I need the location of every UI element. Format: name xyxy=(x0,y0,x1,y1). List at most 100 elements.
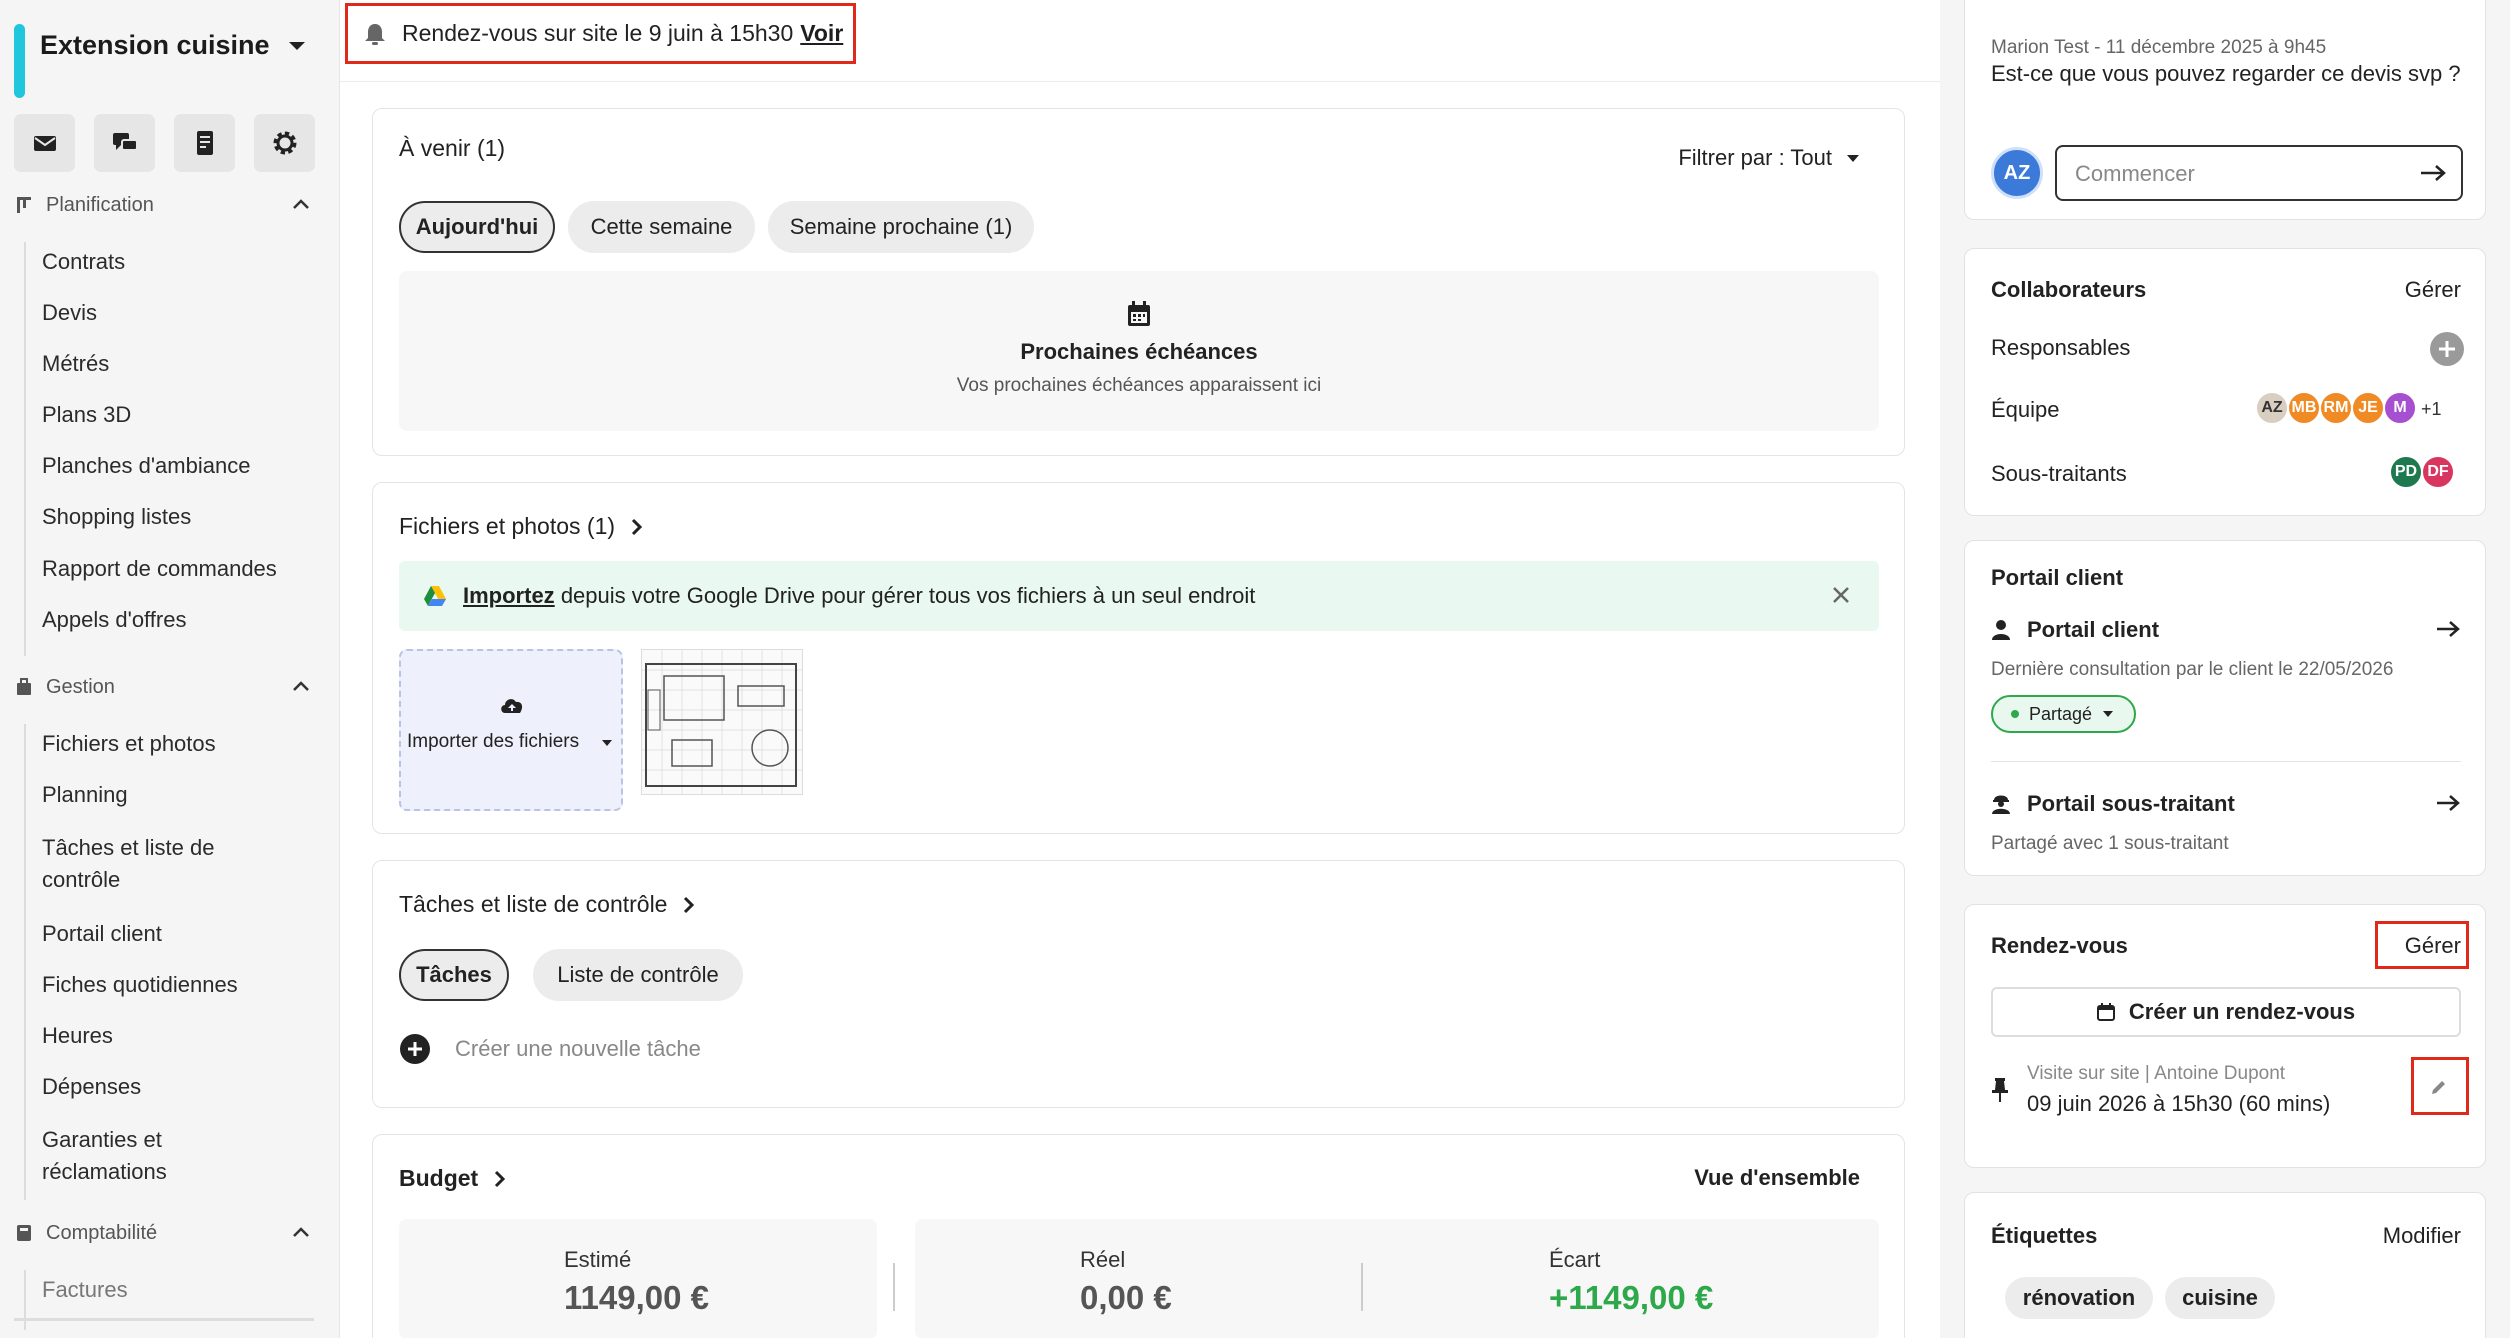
tags-title: Étiquettes xyxy=(1991,1223,2098,1248)
alert-view-link[interactable]: Voir xyxy=(800,20,843,47)
sidebar-item-contrats[interactable]: Contrats xyxy=(42,246,282,278)
team-more-count: +1 xyxy=(2421,399,2442,419)
import-files-dropzone[interactable]: Importer des fichiers xyxy=(399,649,623,811)
tags-modify-link[interactable]: Modifier xyxy=(2383,1223,2461,1249)
filter-dropdown[interactable]: Filtrer par : Tout xyxy=(1678,145,1860,171)
mail-button[interactable] xyxy=(14,114,75,172)
files-header-link[interactable]: Fichiers et photos (1) xyxy=(399,513,643,540)
portal-title: Portail client xyxy=(1991,565,2124,590)
sidebar-item-garanties[interactable]: Garanties et réclamations xyxy=(42,1124,282,1188)
chevron-right-icon xyxy=(494,1170,506,1188)
team-avatars[interactable]: AZ MB RM JE M +1 xyxy=(2255,391,2475,431)
project-selector[interactable]: Extension cuisine xyxy=(14,14,316,100)
calendar-icon xyxy=(2096,1003,2115,1021)
tab-next-week[interactable]: Semaine prochaine (1) xyxy=(768,201,1034,253)
google-drive-banner: Importez depuis votre Google Drive pour … xyxy=(399,561,1879,631)
invoice-button[interactable] xyxy=(174,114,235,172)
appointment-alert: Rendez-vous sur site le 9 juin à 15h30 V… xyxy=(345,3,856,64)
cloud-upload-icon xyxy=(499,695,525,715)
avatar: M xyxy=(2383,391,2417,425)
user-icon xyxy=(1991,619,2011,641)
appointments-manage-link[interactable]: Gérer xyxy=(2405,933,2461,959)
client-portal-link[interactable]: Portail client xyxy=(1991,615,2461,655)
banner-text: depuis votre Google Drive pour gérer tou… xyxy=(560,583,1256,608)
pin-icon xyxy=(1991,1077,2009,1103)
chevron-up-icon xyxy=(292,1226,310,1238)
sidebar-item-plans-3d[interactable]: Plans 3D xyxy=(42,399,282,431)
tag-item[interactable]: rénovation xyxy=(2005,1277,2153,1319)
sidebar-item-factures[interactable]: Factures xyxy=(42,1274,282,1306)
sidebar-item-planning[interactable]: Planning xyxy=(42,779,282,811)
real-value: 0,00 € xyxy=(1080,1279,1172,1316)
subcontractors-label: Sous-traitants xyxy=(1991,461,2127,486)
import-drive-link[interactable]: Importez xyxy=(463,583,555,608)
sidebar-item-fichiers[interactable]: Fichiers et photos xyxy=(42,728,282,760)
collaborators-card: Collaborateurs Gérer Responsables Équipe… xyxy=(1964,248,2486,516)
responsables-label: Responsables xyxy=(1991,335,2131,360)
create-appointment-button[interactable]: Créer un rendez-vous xyxy=(1991,987,2461,1037)
scroll-divider xyxy=(14,1318,314,1321)
sidebar-item-appels[interactable]: Appels d'offres xyxy=(42,604,282,636)
tab-today[interactable]: Aujourd'hui xyxy=(399,201,555,253)
sidebar-item-planches[interactable]: Planches d'ambiance xyxy=(42,450,282,482)
sidebar-item-taches[interactable]: Tâches et liste de contrôle xyxy=(42,832,282,896)
google-drive-icon xyxy=(423,585,447,607)
tab-this-week[interactable]: Cette semaine xyxy=(568,201,755,253)
arrow-right-icon[interactable] xyxy=(2419,163,2447,183)
team-label: Équipe xyxy=(1991,397,2060,422)
caret-down-icon xyxy=(288,40,306,52)
portal-card: Portail client Portail client Dernière c… xyxy=(1964,540,2486,876)
add-responsable-button[interactable] xyxy=(2429,331,2465,367)
divider xyxy=(893,1263,895,1311)
budget-overview-link[interactable]: Vue d'ensemble xyxy=(1694,1165,1860,1191)
tab-tasks[interactable]: Tâches xyxy=(399,949,509,1001)
upcoming-card: À venir (1) Filtrer par : Tout Aujourd'h… xyxy=(372,108,1905,456)
section-planification[interactable]: Planification xyxy=(14,188,314,224)
sidebar-item-heures[interactable]: Heures xyxy=(42,1020,282,1052)
subcontractor-portal-link[interactable]: Portail sous-traitant xyxy=(1991,789,2461,829)
create-appointment-label: Créer un rendez-vous xyxy=(2128,999,2356,1024)
close-icon[interactable] xyxy=(1831,585,1851,605)
section-label: Comptabilité xyxy=(46,1222,158,1244)
budget-header-link[interactable]: Budget xyxy=(399,1165,506,1192)
collaborators-title: Collaborateurs xyxy=(1991,277,2147,302)
bell-icon xyxy=(364,22,386,46)
sidebar-item-fiches[interactable]: Fiches quotidiennes xyxy=(42,969,282,1001)
chevron-right-icon xyxy=(631,518,643,536)
estimated-value: 1149,00 € xyxy=(564,1279,709,1316)
subcontractor-avatars[interactable]: PD DF xyxy=(2389,455,2469,495)
message-input[interactable]: Commencer xyxy=(2055,145,2463,201)
section-comptabilite[interactable]: Comptabilité xyxy=(14,1216,314,1252)
tag-item[interactable]: cuisine xyxy=(2165,1277,2275,1319)
gap-label: Écart xyxy=(1549,1247,1601,1272)
alert-text: Rendez-vous sur site le 9 juin à 15h30 xyxy=(402,20,794,46)
edit-appointment-button[interactable] xyxy=(2429,1077,2449,1097)
new-task-row[interactable]: Créer une nouvelle tâche xyxy=(399,1033,701,1065)
sidebar-item-depenses[interactable]: Dépenses xyxy=(42,1071,282,1103)
gap-value: +1149,00 € xyxy=(1549,1279,1714,1316)
gear-icon xyxy=(272,130,298,156)
comptabilite-list: Factures xyxy=(24,1270,128,1330)
receipt-icon xyxy=(194,130,216,156)
tasks-header-link[interactable]: Tâches et liste de contrôle xyxy=(399,891,695,918)
sidebar-item-metres[interactable]: Métrés xyxy=(42,348,282,380)
sidebar-item-rapport[interactable]: Rapport de commandes xyxy=(42,553,282,585)
arrow-right-icon xyxy=(2435,619,2461,639)
shared-status-dropdown[interactable]: Partagé xyxy=(1991,695,2137,733)
gestion-list: Fichiers et photos Planning Tâches et li… xyxy=(24,724,238,1200)
pencil-icon xyxy=(2429,1077,2449,1097)
chevron-up-icon xyxy=(292,680,310,692)
project-name: Extension cuisine xyxy=(40,30,270,60)
sidebar-item-devis[interactable]: Devis xyxy=(42,297,282,329)
settings-button[interactable] xyxy=(254,114,315,172)
section-gestion[interactable]: Gestion xyxy=(14,670,314,706)
sidebar-item-shopping[interactable]: Shopping listes xyxy=(42,501,282,533)
empty-state: Prochaines échéances Vos prochaines éché… xyxy=(399,271,1879,431)
caret-down-icon xyxy=(2102,710,2114,718)
floorplan-thumbnail[interactable] xyxy=(641,649,803,795)
chat-button[interactable] xyxy=(94,114,155,172)
collaborators-manage-link[interactable]: Gérer xyxy=(2405,277,2461,303)
worker-icon xyxy=(1991,793,2011,815)
tab-checklist[interactable]: Liste de contrôle xyxy=(533,949,743,1001)
sidebar-item-portail[interactable]: Portail client xyxy=(42,918,282,950)
